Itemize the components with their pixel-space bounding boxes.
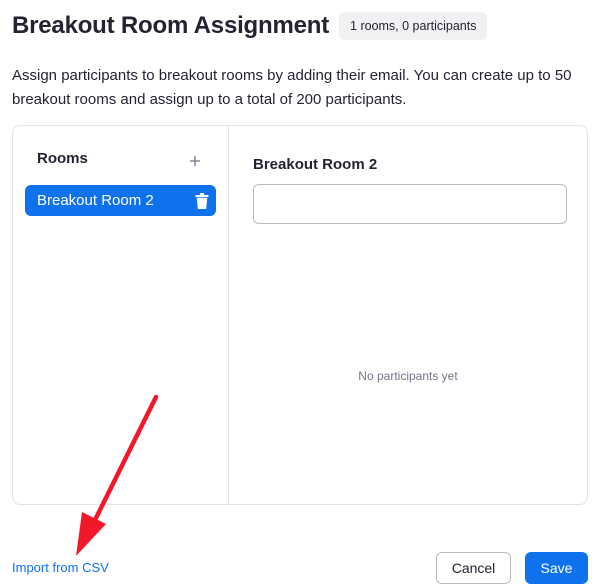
rooms-header: Rooms <box>37 150 88 167</box>
import-from-csv-link[interactable]: Import from CSV <box>12 560 109 575</box>
rooms-list-column: Rooms Breakout Room 2 <box>13 126 229 504</box>
save-button[interactable]: Save <box>525 552 588 584</box>
dialog-title: Breakout Room Assignment <box>12 12 330 39</box>
room-item-label: Breakout Room 2 <box>37 192 154 209</box>
room-detail-title: Breakout Room 2 <box>253 156 378 173</box>
trash-icon[interactable] <box>195 193 209 209</box>
dialog-description: Assign participants to breakout rooms by… <box>12 67 572 108</box>
empty-participants-message: No participants yet <box>358 369 458 383</box>
cancel-button[interactable]: Cancel <box>436 552 511 584</box>
room-count-badge: 1 rooms, 0 participants <box>339 12 488 40</box>
dialog-header: Breakout Room Assignment 1 rooms, 0 part… <box>12 12 488 40</box>
breakout-rooms-panel: Rooms Breakout Room 2 Breakout Room 2 No… <box>12 125 588 505</box>
room-detail-column: Breakout Room 2 No participants yet <box>229 126 587 504</box>
room-item-breakout-room-2[interactable]: Breakout Room 2 <box>25 185 216 216</box>
participant-email-input[interactable] <box>253 184 567 224</box>
plus-icon[interactable] <box>187 153 203 169</box>
